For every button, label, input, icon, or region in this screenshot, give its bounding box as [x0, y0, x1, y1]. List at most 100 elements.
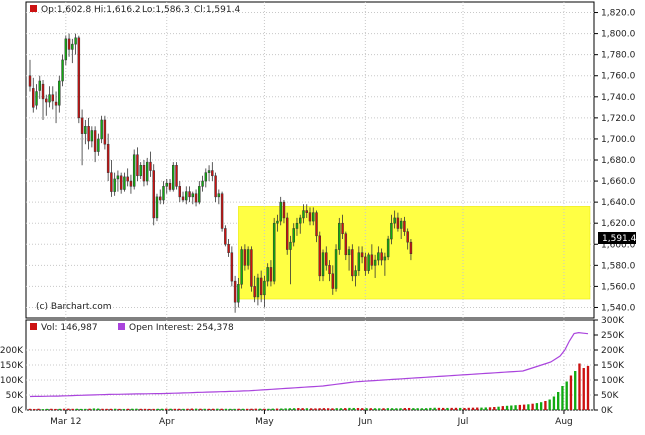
candle-body	[263, 280, 266, 296]
candle-body	[61, 59, 64, 82]
candle-body	[93, 130, 97, 152]
volume-bar	[62, 408, 66, 410]
volume-bar	[199, 408, 202, 410]
volume-bar	[186, 408, 189, 410]
candle-body	[45, 98, 48, 103]
price-y-tick-label: 1,560.0	[601, 282, 636, 292]
candle-body	[406, 231, 409, 243]
volume-bar	[220, 408, 223, 410]
volume-bar	[497, 406, 500, 410]
volume-bar	[314, 408, 317, 410]
volume-bar	[45, 408, 49, 410]
candle-body	[393, 217, 396, 224]
candle-body	[214, 175, 217, 198]
x-axis: Mar 12 Apr May Jun Jul Aug	[50, 410, 573, 427]
volume-bar	[258, 408, 262, 410]
volume-bar	[122, 408, 125, 410]
candle-body	[159, 196, 162, 201]
volume-bar	[50, 408, 53, 410]
volume-bar	[429, 407, 432, 410]
volume-bar	[118, 408, 121, 410]
volume-bar	[565, 381, 568, 410]
price-y-tick-label: 1,820.0	[601, 9, 636, 19]
volume-bar	[105, 408, 108, 410]
volume-bar	[250, 408, 253, 410]
ohlc-high: Hi:1,616.2	[94, 5, 141, 15]
candle-body	[48, 94, 51, 103]
volume-bar	[467, 407, 470, 410]
candle-body	[67, 38, 71, 50]
x-tick-label: Aug	[555, 417, 573, 427]
volume-bar	[165, 408, 168, 410]
candle-body	[299, 217, 302, 224]
price-y-tick-label: 1,800.0	[601, 30, 636, 40]
volume-bar	[288, 408, 292, 410]
volume-bar	[505, 405, 509, 410]
volume-bar	[33, 408, 36, 410]
price-chart: 1,540.01,560.01,580.01,600.01,620.01,640…	[0, 1, 637, 427]
candle-body	[403, 220, 406, 232]
candle-body	[191, 193, 195, 198]
candle-body	[38, 80, 41, 91]
volume-bar	[544, 401, 547, 410]
candle-body	[253, 286, 256, 298]
volume-bar	[92, 408, 96, 410]
price-y-axis: 1,540.01,560.01,580.01,600.01,620.01,640…	[594, 9, 636, 313]
candle-body	[132, 154, 136, 187]
candle-body	[269, 267, 273, 282]
volume-bar	[510, 405, 513, 410]
volume-bar	[177, 408, 181, 410]
candle-body	[175, 165, 178, 187]
volume-legend-label: Vol: 146,987	[41, 323, 98, 333]
price-y-tick-label: 1,780.0	[601, 51, 636, 61]
candle-body	[370, 254, 374, 266]
volume-bar	[416, 408, 419, 410]
x-tick-label: Apr	[159, 417, 175, 427]
volume-bar	[322, 408, 326, 410]
candle-body	[149, 161, 152, 171]
candle-body	[380, 252, 383, 261]
candle-body	[162, 186, 165, 201]
volume-bar	[369, 408, 372, 410]
volume-bar	[552, 396, 556, 410]
volume-bar	[156, 408, 159, 410]
volume-bar	[531, 403, 534, 410]
volume-right-tick-label: 200K	[601, 346, 625, 356]
ohlc-legend-swatch	[30, 5, 37, 12]
candle-body	[331, 273, 335, 289]
candle-body	[321, 252, 325, 277]
volume-bar	[75, 408, 79, 410]
candle-body	[28, 75, 32, 87]
volume-bar	[271, 408, 274, 410]
volume-bar	[582, 368, 585, 410]
candle-body	[383, 256, 387, 261]
volume-bar	[373, 408, 377, 410]
candle-body	[289, 241, 292, 250]
volume-bar	[399, 408, 402, 410]
candle-body	[357, 252, 361, 271]
candle-body	[341, 222, 344, 234]
volume-bar	[356, 408, 360, 410]
volume-bar	[292, 408, 296, 410]
volume-left-tick-label: 50K	[6, 391, 24, 401]
candle-body	[84, 126, 87, 134]
volume-bar	[71, 408, 74, 410]
volume-bar	[305, 408, 309, 410]
volume-bar	[207, 408, 211, 410]
volume-bar	[297, 408, 300, 410]
candle-body	[211, 170, 214, 177]
volume-bar	[437, 407, 441, 410]
consolidation-range-highlight	[238, 206, 591, 300]
volume-bar	[378, 408, 381, 410]
volume-bar	[403, 408, 407, 410]
volume-bar	[41, 409, 44, 410]
volume-bar	[84, 408, 87, 410]
candle-body	[386, 238, 390, 258]
candle-body	[354, 270, 357, 277]
volume-bar	[450, 407, 453, 410]
volume-bar	[420, 408, 424, 410]
volume-bar	[335, 408, 338, 410]
volume-bar	[539, 402, 543, 410]
volume-bar	[476, 407, 479, 410]
candle-body	[220, 193, 224, 229]
